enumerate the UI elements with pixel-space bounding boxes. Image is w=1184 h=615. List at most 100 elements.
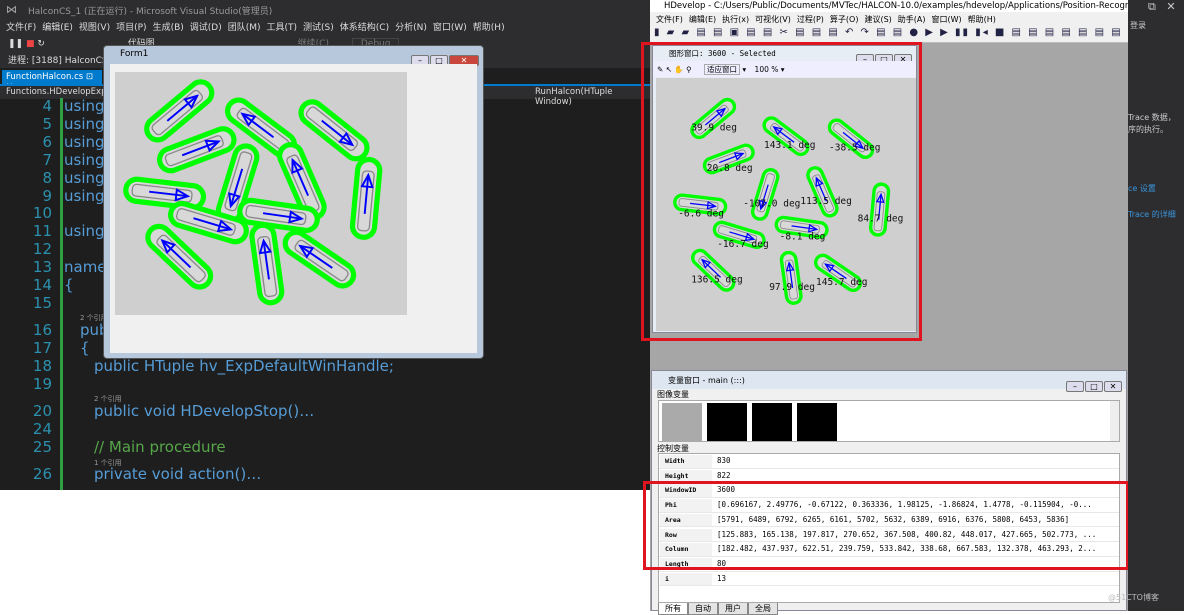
variable-tab[interactable]: 所有 bbox=[658, 603, 688, 615]
paperclip-contour bbox=[868, 182, 891, 237]
angle-label: -107.0 deg bbox=[743, 198, 800, 209]
variable-row[interactable]: i 13 bbox=[659, 572, 1119, 587]
process-select[interactable]: [3188] HalconCS_ bbox=[32, 56, 112, 66]
settings-link[interactable]: ce 设置 bbox=[1128, 183, 1156, 194]
region-thumbnail[interactable] bbox=[797, 403, 837, 441]
menu-item[interactable]: 文件(F) bbox=[6, 20, 36, 33]
angle-label: -6.6 deg bbox=[678, 209, 724, 220]
menu-item[interactable]: 生成(B) bbox=[153, 20, 184, 33]
line-number: 26 bbox=[32, 465, 52, 483]
variable-tabs: 所有 自动 用户 全局 bbox=[658, 603, 778, 615]
variable-name: Width bbox=[660, 455, 712, 468]
code-line[interactable]: using bbox=[64, 133, 105, 151]
codelens-references[interactable]: 2 个引用 bbox=[94, 394, 122, 404]
menu-item[interactable]: 调试(D) bbox=[190, 20, 222, 33]
graphics-window: 图形窗口: 3600 - Selected – □ ✕ ✎ ↖ ✋ ⚲ 适应窗口 ▾… bbox=[652, 45, 917, 333]
region-thumbnail[interactable] bbox=[707, 403, 747, 441]
graphics-toolbar: ✎ ↖ ✋ ⚲ 适应窗口 ▾ 100 % ▾ bbox=[653, 61, 916, 77]
panel-text-2: 序的执行。 bbox=[1128, 125, 1168, 134]
code-line[interactable]: using bbox=[64, 222, 105, 240]
details-link[interactable]: Trace 的详细 bbox=[1128, 209, 1176, 220]
menu-item[interactable]: 编辑(E) bbox=[42, 20, 73, 33]
code-line[interactable]: using bbox=[64, 169, 105, 187]
menu-item[interactable]: 工具(T) bbox=[267, 20, 298, 33]
pause-icon[interactable]: ❚❚ bbox=[8, 39, 23, 49]
tab-functionhalcon[interactable]: FunctionHalcon.cs ⊡ ✕ bbox=[2, 70, 102, 92]
code-line[interactable]: using bbox=[64, 187, 105, 205]
variable-tab[interactable]: 自动 bbox=[688, 603, 718, 615]
line-number: 16 bbox=[32, 321, 52, 339]
line-number: 12 bbox=[32, 240, 52, 258]
menu-item[interactable]: 分析(N) bbox=[395, 20, 427, 33]
type-dropdown[interactable]: Functions.HDevelopExp bbox=[6, 87, 106, 97]
zoom-icon[interactable]: ⚲ bbox=[686, 65, 692, 74]
variable-tab[interactable]: 全局 bbox=[748, 603, 778, 615]
pointer-icon[interactable]: ↖ bbox=[666, 65, 672, 74]
menu-item[interactable]: 帮助(H) bbox=[473, 20, 505, 33]
variable-tab[interactable]: 用户 bbox=[718, 603, 748, 615]
angle-label: 113.5 deg bbox=[800, 196, 851, 207]
stop-icon[interactable]: ■ bbox=[26, 39, 35, 49]
member-dropdown[interactable]: RunHalcon(HTuple Window) bbox=[535, 87, 650, 107]
blank-area bbox=[0, 490, 650, 611]
vs-logo-icon: ⋈ bbox=[6, 3, 17, 16]
edit-icon[interactable]: ✎ bbox=[657, 65, 663, 74]
line-number: 7 bbox=[42, 151, 52, 169]
fit-window-select[interactable]: 适应窗口 bbox=[704, 64, 740, 75]
menu-item[interactable]: 编辑(E) bbox=[689, 14, 716, 25]
image-thumbnail[interactable] bbox=[662, 403, 702, 441]
menu-item[interactable]: 执行(x) bbox=[722, 14, 749, 25]
menu-item[interactable]: 项目(P) bbox=[116, 20, 146, 33]
menu-item[interactable]: 可视化(V) bbox=[755, 14, 791, 25]
menu-item[interactable]: 过程(P) bbox=[797, 14, 824, 25]
scrollbar[interactable] bbox=[1110, 401, 1119, 441]
angle-label: 39.9 deg bbox=[691, 122, 737, 133]
maximize-button[interactable]: □ bbox=[1085, 381, 1103, 392]
code-line[interactable]: { bbox=[80, 339, 90, 357]
minimize-button[interactable]: – bbox=[1066, 381, 1084, 392]
line-number: 4 bbox=[42, 97, 52, 115]
code-line[interactable]: public HTuple hv_ExpDefaultWinHandle; bbox=[94, 357, 394, 375]
menu-item[interactable]: 助手(A) bbox=[898, 14, 926, 25]
menu-item[interactable]: 建议(S) bbox=[864, 14, 891, 25]
menu-item[interactable]: 窗口(W) bbox=[433, 20, 467, 33]
vs-right-panel: ⧉ ✕ 登录 Trace 数据， 序的执行。 ce 设置 Trace 的详细 @… bbox=[1108, 0, 1184, 611]
menu-item[interactable]: 体系结构(C) bbox=[340, 20, 389, 33]
hdevelop-title: HDevelop - C:/Users/Public/Documents/MVT… bbox=[650, 0, 1128, 12]
hand-icon[interactable]: ✋ bbox=[674, 65, 683, 74]
code-line[interactable]: using bbox=[64, 97, 105, 115]
line-number: 24 bbox=[32, 420, 52, 438]
line-number: 6 bbox=[42, 133, 52, 151]
menu-item[interactable]: 帮助(H) bbox=[968, 14, 996, 25]
variable-row[interactable]: Width 830 bbox=[659, 454, 1119, 469]
menu-item[interactable]: 算子(O) bbox=[830, 14, 859, 25]
menu-item[interactable]: 视图(V) bbox=[79, 20, 110, 33]
code-line[interactable]: // Main procedure bbox=[94, 438, 226, 456]
codelens-references[interactable]: 1 个引用 bbox=[94, 458, 122, 468]
menu-item[interactable]: 文件(F) bbox=[656, 14, 683, 25]
highlight-variables bbox=[643, 481, 1129, 570]
login-link[interactable]: 登录 bbox=[1130, 20, 1146, 31]
code-line[interactable]: using bbox=[64, 151, 105, 169]
code-line[interactable]: public void HDevelopStop()… bbox=[94, 402, 314, 420]
region-thumbnail[interactable] bbox=[752, 403, 792, 441]
code-line[interactable]: { bbox=[64, 276, 74, 294]
angle-label: 143.1 deg bbox=[764, 140, 815, 151]
paperclip-contour bbox=[349, 156, 383, 240]
vs-title: HalconCS_1 (正在运行) - Microsoft Visual Stu… bbox=[0, 0, 650, 18]
restart-icon[interactable]: ↻ bbox=[37, 39, 45, 49]
code-line[interactable]: name bbox=[64, 258, 107, 276]
menu-item[interactable]: 测试(S) bbox=[303, 20, 334, 33]
close-button[interactable]: ✕ bbox=[1104, 381, 1122, 392]
menu-item[interactable]: 窗口(W) bbox=[932, 14, 962, 25]
window-controls: ⧉ ✕ bbox=[1148, 0, 1176, 13]
graphics-image[interactable]: 39.9 deg 143.1 deg -38.5 deg 20.8 deg 113.5 … bbox=[656, 78, 916, 331]
hdevelop-menu-bar: 文件(F) 编辑(E) 执行(x) 可视化(V) 过程(P) 算子(O) 建议(S) 助手(A… bbox=[650, 12, 1128, 26]
zoom-select[interactable]: 100 % bbox=[755, 65, 779, 74]
line-number: 9 bbox=[42, 187, 52, 205]
code-line[interactable]: using bbox=[64, 115, 105, 133]
vs-menu-bar: 文件(F) 编辑(E) 视图(V) 项目(P) 生成(B) 调试(D) 团队(M) 工具(T)… bbox=[0, 18, 650, 33]
line-number: 18 bbox=[32, 357, 52, 375]
menu-item[interactable]: 团队(M) bbox=[228, 20, 261, 33]
iconic-label: 图像变量 bbox=[657, 390, 689, 399]
